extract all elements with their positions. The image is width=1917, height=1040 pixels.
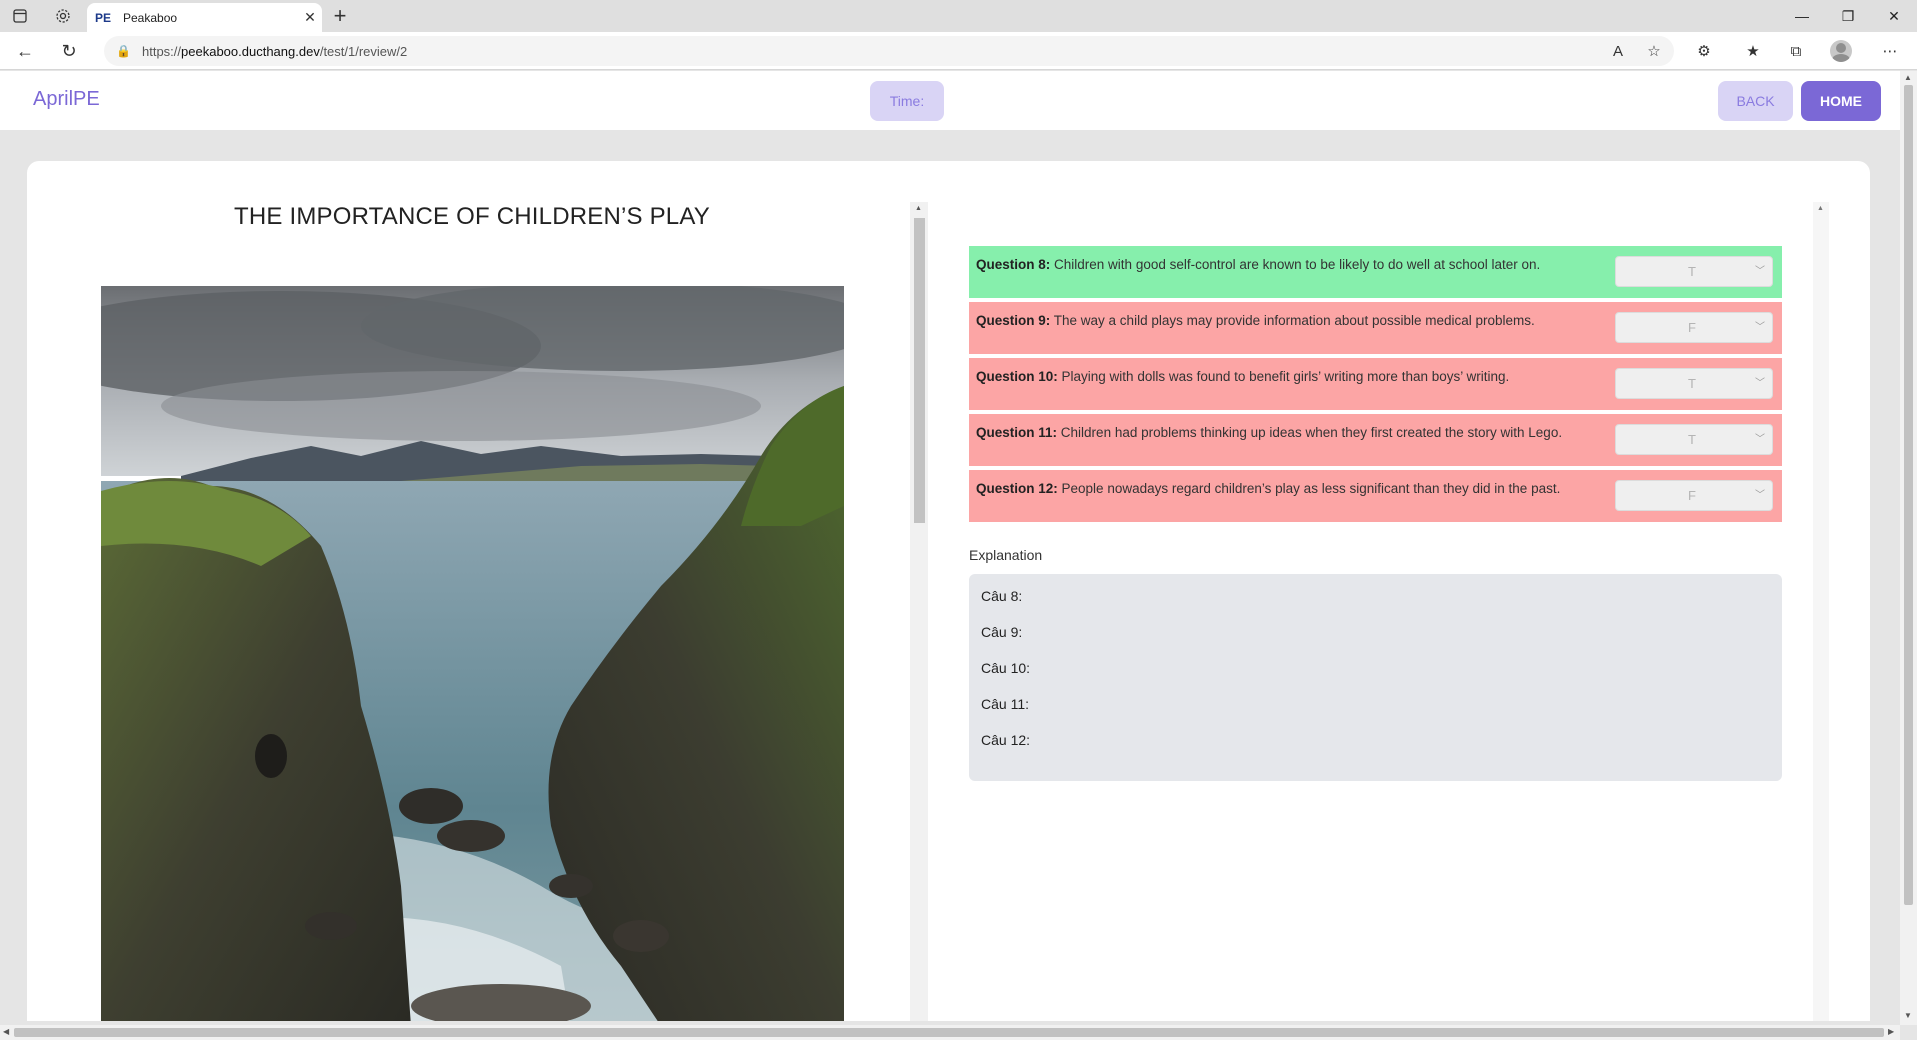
timer-display: Time: [870, 81, 944, 121]
home-button[interactable]: HOME [1801, 81, 1881, 121]
answer-select[interactable]: T ﹀ [1615, 256, 1773, 287]
scroll-up-arrow-icon[interactable]: ▲ [1817, 205, 1824, 212]
answer-select[interactable]: T ﹀ [1615, 368, 1773, 399]
question-row: Question 10: Playing with dolls was foun… [969, 358, 1782, 410]
page-vertical-scrollbar[interactable]: ▲ ▼ [1900, 71, 1917, 1025]
chevron-down-icon: ﹀ [1755, 265, 1765, 277]
page-horizontal-scrollbar[interactable]: ◀ ▶ [0, 1025, 1900, 1040]
question-text: Children had problems thinking up ideas … [1060, 425, 1563, 440]
question-list: Question 8: Children with good self-cont… [969, 246, 1782, 526]
collections-icon[interactable]: ⧉ [1781, 37, 1811, 65]
answer-select-value: T [1688, 263, 1696, 279]
plus-icon[interactable]: + [326, 3, 354, 29]
read-aloud-icon[interactable]: A [1603, 37, 1633, 65]
passage-panel: THE IMPORTANCE OF CHILDREN’S PLAY ▲ [27, 161, 928, 1021]
answer-select[interactable]: F ﹀ [1615, 480, 1773, 511]
chevron-down-icon: ﹀ [1755, 489, 1765, 501]
tab-favicon: PE [95, 10, 112, 25]
app-logo[interactable]: AprilPE [33, 88, 100, 111]
close-icon[interactable]: ✕ [298, 9, 322, 26]
question-label: Question 9: [976, 313, 1051, 328]
question-label: Question 11: [976, 425, 1058, 440]
answer-select-value: F [1688, 319, 1696, 335]
explanation-line: Câu 8: [981, 588, 1023, 604]
scroll-right-arrow-icon[interactable]: ▶ [1888, 1027, 1894, 1036]
sidebar-toggle-icon[interactable] [4, 4, 36, 28]
answer-select-value: T [1688, 431, 1696, 447]
browser-tab-bar: PE Peakaboo ✕ + — ❐ ✕ [0, 0, 1917, 32]
puzzle-icon[interactable]: ⚙ [1689, 37, 1719, 65]
url-input[interactable]: 🔒 https://peekaboo.ducthang.dev/test/1/r… [104, 36, 1674, 66]
lock-icon: 🔒 [116, 44, 131, 58]
passage-title: THE IMPORTANCE OF CHILDREN’S PLAY [233, 203, 710, 230]
question-row: Question 12: People nowadays regard chil… [969, 470, 1782, 522]
passage-scrollbar-thumb[interactable] [914, 218, 925, 523]
more-icon[interactable]: ⋯ [1875, 37, 1905, 65]
explanation-line: Câu 9: [981, 624, 1023, 640]
star-plus-icon[interactable]: ☆ [1639, 37, 1669, 65]
chevron-down-icon: ﹀ [1755, 321, 1765, 333]
question-label: Question 12: [976, 481, 1058, 496]
question-text: Playing with dolls was found to benefit … [1061, 369, 1510, 384]
favorites-icon[interactable]: ★ [1738, 37, 1768, 65]
explanation-line: Câu 11: [981, 696, 1029, 712]
answer-select-value: F [1688, 487, 1696, 503]
questions-scrollbar[interactable]: ▲ [1813, 202, 1829, 1021]
avatar[interactable] [1830, 40, 1852, 62]
explanation-label: Explanation [969, 547, 1043, 563]
answer-select[interactable]: F ﹀ [1615, 312, 1773, 343]
answer-select-value: T [1688, 375, 1696, 391]
answer-select[interactable]: T ﹀ [1615, 424, 1773, 455]
question-row: Question 9: The way a child plays may pr… [969, 302, 1782, 354]
explanation-box: Câu 8: Câu 9: Câu 10: Câu 11: Câu 12: [969, 574, 1782, 781]
chevron-down-icon: ﹀ [1755, 433, 1765, 445]
close-window-icon[interactable]: ✕ [1872, 0, 1916, 32]
question-label: Question 8: [976, 257, 1051, 272]
question-text: People nowadays regard children’s play a… [1061, 481, 1561, 496]
question-row: Question 11: Children had problems think… [969, 414, 1782, 466]
review-card: THE IMPORTANCE OF CHILDREN’S PLAY ▲ Ques… [27, 161, 1870, 1021]
tab-title: Peakaboo [123, 10, 178, 25]
app-header: AprilPE Time: BACK HOME [0, 71, 1900, 130]
scroll-left-arrow-icon[interactable]: ◀ [3, 1027, 9, 1036]
scroll-up-arrow-icon[interactable]: ▲ [1904, 73, 1912, 82]
chevron-down-icon: ﹀ [1755, 377, 1765, 389]
browser-address-bar: ← ↻ 🔒 https://peekaboo.ducthang.dev/test… [0, 32, 1917, 70]
arrow-left-icon[interactable]: ← [10, 37, 40, 65]
restore-icon[interactable]: ❐ [1826, 0, 1870, 32]
passage-scrollbar[interactable]: ▲ [910, 202, 928, 1021]
back-button[interactable]: BACK [1718, 81, 1793, 121]
browser-tab-active[interactable]: PE Peakaboo ✕ [87, 3, 322, 32]
scroll-up-arrow-icon[interactable]: ▲ [915, 205, 922, 212]
url-text: https://peekaboo.ducthang.dev/test/1/rev… [142, 43, 408, 59]
explanation-line: Câu 12: [981, 732, 1031, 748]
explanation-line: Câu 10: [981, 660, 1031, 676]
question-text: The way a child plays may provide inform… [1053, 313, 1535, 328]
question-text: Children with good self-control are know… [1054, 257, 1541, 272]
minimize-icon[interactable]: — [1780, 0, 1824, 32]
passage-image [101, 286, 844, 1021]
scroll-down-arrow-icon[interactable]: ▼ [1904, 1011, 1912, 1020]
page-vertical-scrollbar-thumb[interactable] [1904, 85, 1913, 905]
page-horizontal-scrollbar-thumb[interactable] [14, 1028, 1884, 1037]
refresh-icon[interactable]: ↻ [54, 37, 84, 65]
gear-icon[interactable] [47, 4, 79, 28]
question-row: Question 8: Children with good self-cont… [969, 246, 1782, 298]
question-label: Question 10: [976, 369, 1058, 384]
